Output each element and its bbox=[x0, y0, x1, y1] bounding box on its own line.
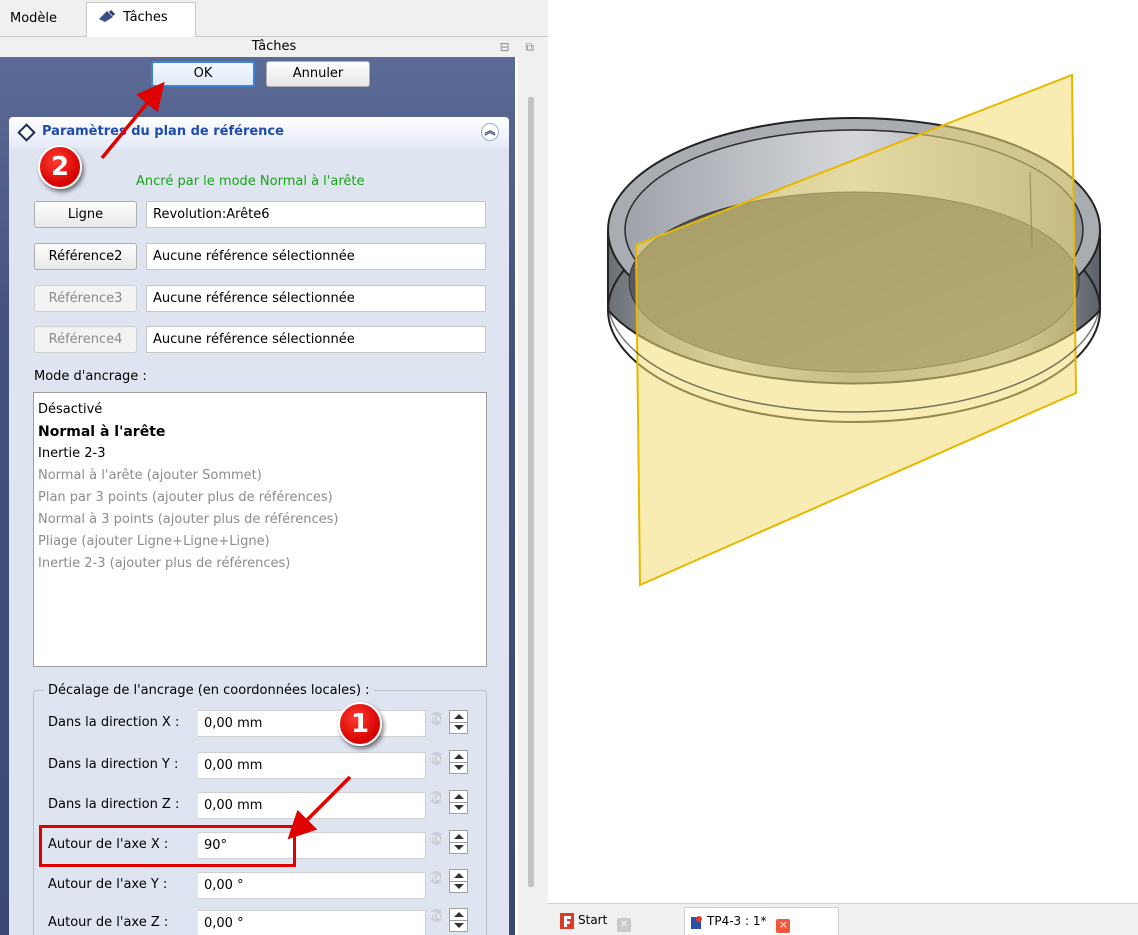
section-header[interactable]: Paramètres du plan de référence ︽ bbox=[9, 117, 509, 149]
rotation-y-spinner[interactable] bbox=[449, 869, 468, 893]
reference4-button[interactable]: Référence4 bbox=[34, 326, 137, 353]
offset-y-spinner[interactable] bbox=[449, 750, 468, 774]
offset-z-spinner[interactable] bbox=[449, 790, 468, 814]
rotation-x-spinner[interactable] bbox=[449, 830, 468, 854]
rotation-y-input[interactable]: 0,00 ° bbox=[198, 872, 426, 899]
rotation-z-label: Autour de l'axe Z : bbox=[48, 915, 169, 930]
tab-document-label: TP4-3 : 1* bbox=[707, 914, 767, 928]
document-icon bbox=[691, 916, 702, 929]
expression-icon[interactable]: f(x) bbox=[430, 871, 444, 884]
close-icon[interactable]: × bbox=[776, 919, 791, 933]
mode-item[interactable]: Pliage (ajouter Ligne+Ligne+Ligne) bbox=[38, 531, 482, 553]
offset-y-input[interactable]: 0,00 mm bbox=[198, 752, 426, 779]
mode-item[interactable]: Inertie 2-3 (ajouter plus de références) bbox=[38, 553, 482, 575]
tab-start[interactable]: Start × bbox=[556, 907, 676, 935]
section-title: Paramètres du plan de référence bbox=[42, 124, 284, 139]
reference3-button[interactable]: Référence3 bbox=[34, 285, 137, 312]
mode-item[interactable]: Désactivé bbox=[38, 399, 482, 421]
reference3-field[interactable]: Aucune référence sélectionnée bbox=[146, 285, 486, 312]
dock-buttons[interactable]: ⊟ ⧉ bbox=[500, 37, 540, 57]
tasks-panel-title: Tâches ⊟ ⧉ bbox=[0, 37, 548, 57]
reference2-button[interactable]: Référence2 bbox=[34, 243, 137, 270]
mode-item[interactable]: Plan par 3 points (ajouter plus de référ… bbox=[38, 487, 482, 509]
reference4-field[interactable]: Aucune référence sélectionnée bbox=[146, 326, 486, 353]
mode-item[interactable]: Normal à l'arête (ajouter Sommet) bbox=[38, 465, 482, 487]
tab-model-label: Modèle bbox=[10, 11, 58, 26]
expression-icon[interactable]: f(x) bbox=[430, 791, 444, 804]
attachment-status: Ancré par le mode Normal à l'arête bbox=[136, 174, 365, 189]
offset-x-label: Dans la direction X : bbox=[48, 715, 180, 730]
rotation-z-spinner[interactable] bbox=[449, 908, 468, 932]
offset-x-spinner[interactable] bbox=[449, 710, 468, 734]
3d-view[interactable] bbox=[548, 0, 1138, 903]
offset-z-label: Dans la direction Z : bbox=[48, 797, 180, 812]
freecad-window: Modèle Tâches Tâches ⊟ ⧉ OK Annuler Para… bbox=[0, 0, 1138, 935]
datum-diamond-icon bbox=[17, 123, 36, 142]
attachment-offset-title: Décalage de l'ancrage (en coordonnées lo… bbox=[44, 683, 374, 698]
mode-item[interactable]: Normal à 3 points (ajouter plus de référ… bbox=[38, 509, 482, 531]
rotation-y-label: Autour de l'axe Y : bbox=[48, 877, 168, 892]
tab-tasks[interactable]: Tâches bbox=[86, 2, 196, 37]
offset-z-input[interactable]: 0,00 mm bbox=[198, 792, 426, 819]
tab-start-label: Start bbox=[578, 913, 608, 927]
scrollbar-thumb[interactable] bbox=[528, 97, 534, 887]
reference2-field[interactable]: Aucune référence sélectionnée bbox=[146, 243, 486, 270]
mode-item[interactable]: Inertie 2-3 bbox=[38, 443, 482, 465]
cancel-button[interactable]: Annuler bbox=[266, 61, 370, 87]
mode-item-selected[interactable]: Normal à l'arête bbox=[38, 421, 482, 443]
offset-x-input[interactable]: 0,00 mm bbox=[198, 710, 426, 737]
expression-icon[interactable]: f(x) bbox=[430, 909, 444, 922]
tab-document[interactable]: TP4-3 : 1* × bbox=[684, 907, 839, 935]
attachment-mode-list[interactable]: Désactivé Normal à l'arête Inertie 2-3 N… bbox=[33, 392, 487, 667]
expression-icon[interactable]: f(x) bbox=[430, 832, 444, 845]
reference1-button[interactable]: Ligne bbox=[34, 201, 137, 228]
close-icon[interactable]: × bbox=[617, 918, 632, 932]
expression-icon[interactable]: f(x) bbox=[430, 712, 444, 725]
tasks-panel-title-text: Tâches bbox=[251, 39, 297, 54]
document-tabs: Start × TP4-3 : 1* × bbox=[548, 903, 1138, 935]
highlight-box bbox=[39, 825, 296, 867]
rotation-z-input[interactable]: 0,00 ° bbox=[198, 910, 426, 935]
ok-button[interactable]: OK bbox=[151, 61, 255, 87]
task-panel-scrollbar[interactable] bbox=[518, 57, 548, 935]
pencil-icon bbox=[99, 10, 115, 22]
tab-model[interactable]: Modèle bbox=[0, 4, 84, 36]
expression-icon[interactable]: f(x) bbox=[430, 752, 444, 765]
step-2-badge: 2 bbox=[38, 145, 82, 189]
offset-y-label: Dans la direction Y : bbox=[48, 757, 179, 772]
step-1-badge: 1 bbox=[338, 702, 382, 746]
freecad-start-icon bbox=[560, 913, 574, 929]
reference1-field[interactable]: Revolution:Arête6 bbox=[146, 201, 486, 228]
collapse-icon[interactable]: ︽ bbox=[481, 123, 499, 141]
attachment-mode-label: Mode d'ancrage : bbox=[34, 369, 147, 384]
tab-tasks-label: Tâches bbox=[123, 10, 168, 25]
combo-view-tabs: Modèle Tâches bbox=[0, 0, 548, 37]
